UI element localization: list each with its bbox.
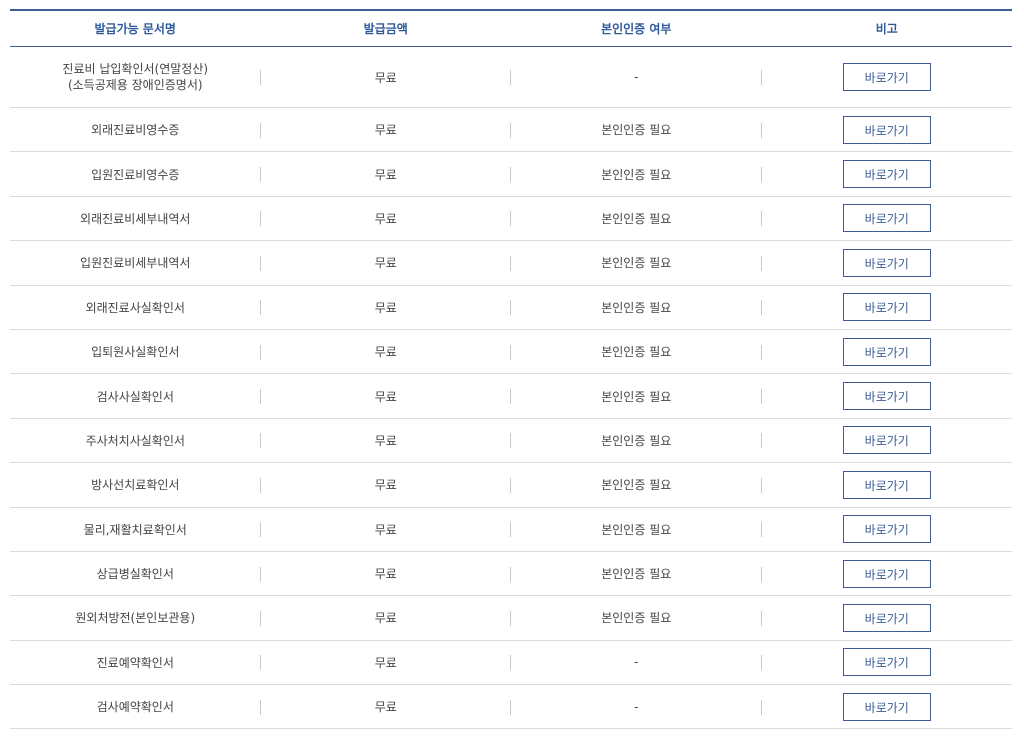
- doc-name-cell: 검사예약확인서: [10, 684, 261, 730]
- header-doc-name: 발급가능 문서명: [10, 9, 261, 47]
- note-cell: 바로가기: [761, 507, 1012, 552]
- table-row: 입원진료비세부내역서 무료 본인인증 필요 바로가기: [10, 240, 1012, 286]
- auth-cell: -: [511, 640, 762, 686]
- doc-name-line2: (소득공제용 장애인증명서): [67, 78, 203, 92]
- fee-cell: 무료: [260, 196, 511, 242]
- note-cell: 바로가기: [761, 46, 1012, 108]
- note-cell: 바로가기: [761, 240, 1012, 286]
- fee-cell: 무료: [260, 107, 511, 153]
- note-cell: 바로가기: [761, 373, 1012, 419]
- fee-cell: 무료: [260, 684, 511, 730]
- fee-cell: 무료: [260, 240, 511, 286]
- fee-cell: 무료: [260, 507, 511, 552]
- doc-name-cell: 진료예약확인서: [10, 640, 261, 686]
- auth-cell: 본인인증 필요: [511, 240, 762, 286]
- document-issuance-table-container: 발급가능 문서명 발급금액 본인인증 여부 비고 진료비 납입확인서(연말정산)…: [10, 9, 1012, 730]
- doc-name-cell: 상급병실확인서: [10, 551, 261, 597]
- fee-cell: 무료: [260, 329, 511, 375]
- go-button[interactable]: 바로가기: [842, 160, 931, 189]
- table-row: 진료예약확인서 무료 - 바로가기: [10, 640, 1012, 686]
- auth-cell: 본인인증 필요: [511, 418, 762, 464]
- go-button[interactable]: 바로가기: [842, 648, 931, 677]
- go-button[interactable]: 바로가기: [842, 470, 931, 499]
- fee-cell: 무료: [260, 551, 511, 597]
- note-cell: 바로가기: [761, 151, 1012, 197]
- table-row: 주사처치사실확인서 무료 본인인증 필요 바로가기: [10, 418, 1012, 464]
- auth-cell: 본인인증 필요: [511, 151, 762, 197]
- auth-cell: 본인인증 필요: [511, 196, 762, 242]
- auth-cell: 본인인증 필요: [511, 462, 762, 508]
- auth-cell: 본인인증 필요: [511, 373, 762, 419]
- note-cell: 바로가기: [761, 462, 1012, 508]
- go-button[interactable]: 바로가기: [842, 382, 931, 411]
- header-auth: 본인인증 여부: [511, 9, 762, 47]
- auth-cell: 본인인증 필요: [511, 329, 762, 375]
- auth-cell: 본인인증 필요: [511, 551, 762, 597]
- fee-cell: 무료: [260, 46, 511, 108]
- note-cell: 바로가기: [761, 285, 1012, 330]
- table-row: 검사예약확인서 무료 - 바로가기: [10, 684, 1012, 730]
- header-fee: 발급금액: [260, 9, 511, 47]
- table-row: 상급병실확인서 무료 본인인증 필요 바로가기: [10, 551, 1012, 597]
- go-button[interactable]: 바로가기: [842, 248, 931, 277]
- table-row: 검사사실확인서 무료 본인인증 필요 바로가기: [10, 373, 1012, 419]
- note-cell: 바로가기: [761, 329, 1012, 375]
- go-button[interactable]: 바로가기: [842, 515, 931, 544]
- fee-cell: 무료: [260, 373, 511, 419]
- doc-name-cell: 방사선치료확인서: [10, 462, 261, 508]
- auth-cell: 본인인증 필요: [511, 285, 762, 330]
- note-cell: 바로가기: [761, 196, 1012, 242]
- fee-cell: 무료: [260, 595, 511, 641]
- table-row: 외래진료사실확인서 무료 본인인증 필요 바로가기: [10, 285, 1012, 330]
- header-note: 비고: [761, 9, 1012, 47]
- table-row: 입퇴원사실확인서 무료 본인인증 필요 바로가기: [10, 329, 1012, 375]
- go-button[interactable]: 바로가기: [842, 603, 931, 632]
- go-button[interactable]: 바로가기: [842, 426, 931, 455]
- doc-name-cell: 진료비 납입확인서(연말정산) (소득공제용 장애인증명서): [10, 46, 261, 108]
- note-cell: 바로가기: [761, 595, 1012, 641]
- auth-cell: -: [511, 684, 762, 730]
- note-cell: 바로가기: [761, 684, 1012, 730]
- table-row: 방사선치료확인서 무료 본인인증 필요 바로가기: [10, 462, 1012, 508]
- doc-name-cell: 외래진료비영수증: [10, 107, 261, 153]
- doc-name: 진료비 납입확인서(연말정산): [62, 62, 209, 76]
- table-row: 진료비 납입확인서(연말정산) (소득공제용 장애인증명서) 무료 - 바로가기: [10, 46, 1012, 108]
- note-cell: 바로가기: [761, 418, 1012, 464]
- go-button[interactable]: 바로가기: [842, 559, 931, 588]
- doc-name-cell: 원외처방전(본인보관용): [10, 595, 261, 641]
- fee-cell: 무료: [260, 151, 511, 197]
- go-button[interactable]: 바로가기: [842, 337, 931, 366]
- table-row: 원외처방전(본인보관용) 무료 본인인증 필요 바로가기: [10, 595, 1012, 641]
- table-row: 외래진료비세부내역서 무료 본인인증 필요 바로가기: [10, 196, 1012, 242]
- fee-cell: 무료: [260, 640, 511, 686]
- auth-cell: 본인인증 필요: [511, 507, 762, 552]
- go-button[interactable]: 바로가기: [842, 293, 931, 322]
- doc-name-cell: 주사처치사실확인서: [10, 418, 261, 464]
- table-header-row: 발급가능 문서명 발급금액 본인인증 여부 비고: [10, 9, 1012, 47]
- note-cell: 바로가기: [761, 551, 1012, 597]
- doc-name-cell: 입원진료비세부내역서: [10, 240, 261, 286]
- fee-cell: 무료: [260, 285, 511, 330]
- note-cell: 바로가기: [761, 640, 1012, 686]
- go-button[interactable]: 바로가기: [842, 204, 931, 233]
- fee-cell: 무료: [260, 418, 511, 464]
- auth-cell: 본인인증 필요: [511, 595, 762, 641]
- go-button[interactable]: 바로가기: [842, 63, 931, 91]
- doc-name-cell: 외래진료사실확인서: [10, 285, 261, 330]
- doc-name-cell: 검사사실확인서: [10, 373, 261, 419]
- doc-name-cell: 외래진료비세부내역서: [10, 196, 261, 242]
- doc-name-cell: 입퇴원사실확인서: [10, 329, 261, 375]
- table-row: 외래진료비영수증 무료 본인인증 필요 바로가기: [10, 107, 1012, 153]
- auth-cell: -: [511, 46, 762, 108]
- fee-cell: 무료: [260, 462, 511, 508]
- note-cell: 바로가기: [761, 107, 1012, 153]
- doc-name-cell: 물리,재활치료확인서: [10, 507, 261, 552]
- document-issuance-table: 발급가능 문서명 발급금액 본인인증 여부 비고 진료비 납입확인서(연말정산)…: [10, 9, 1012, 730]
- go-button[interactable]: 바로가기: [842, 115, 931, 144]
- auth-cell: 본인인증 필요: [511, 107, 762, 153]
- table-row: 물리,재활치료확인서 무료 본인인증 필요 바로가기: [10, 507, 1012, 552]
- go-button[interactable]: 바로가기: [842, 692, 931, 721]
- doc-name-cell: 입원진료비영수증: [10, 151, 261, 197]
- table-row: 입원진료비영수증 무료 본인인증 필요 바로가기: [10, 151, 1012, 197]
